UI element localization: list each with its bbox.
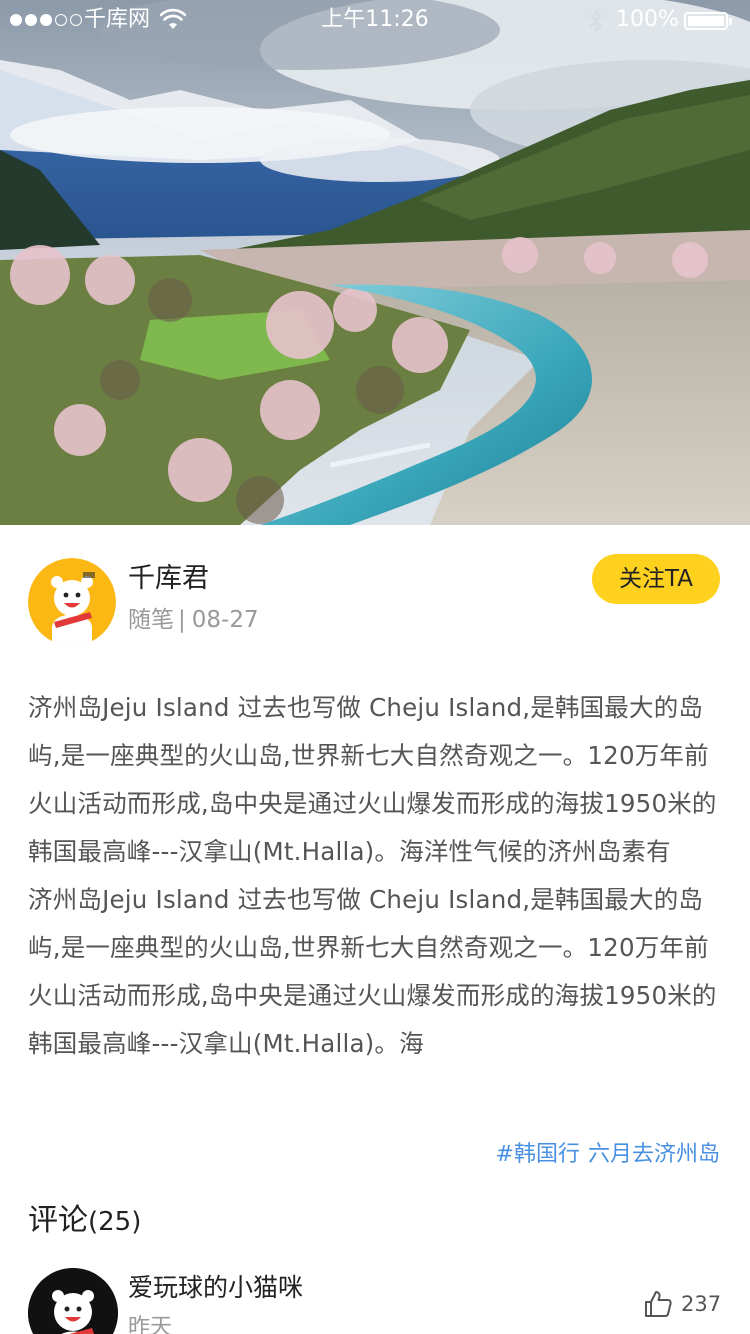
article-paragraph: 济州岛Jeju Island 过去也写做 Cheju Island,是韩国最大的…	[28, 693, 717, 866]
commenter-avatar[interactable]	[28, 1268, 118, 1334]
comments-count: (25)	[88, 1207, 142, 1237]
topic-tags: #韩国行 六月去济州岛	[496, 1137, 720, 1173]
meta-separator: |	[178, 607, 186, 633]
like-button[interactable]: 237	[643, 1286, 721, 1322]
follow-button[interactable]: 关注TA	[592, 554, 720, 604]
article-paragraph: 济州岛Jeju Island 过去也写做 Cheju Island,是韩国最大的…	[28, 885, 717, 1058]
bluetooth-icon	[589, 10, 602, 32]
article-body: 济州岛Jeju Island 过去也写做 Cheju Island,是韩国最大的…	[28, 684, 722, 1116]
hero-photo	[0, 0, 750, 525]
status-bar: 千库网 上午11:26 100%	[0, 0, 750, 40]
commenter-name[interactable]: 爱玩球的小猫咪	[128, 1270, 303, 1306]
battery-percent: 100%	[616, 7, 679, 32]
like-count: 237	[681, 1292, 722, 1316]
author-header: 千库君 随笔 | 08-27 关注TA	[0, 525, 750, 665]
battery-icon	[684, 12, 732, 30]
comments-heading: 评论(25)	[28, 1198, 141, 1245]
wifi-icon	[160, 8, 186, 29]
thumbs-up-icon	[645, 1291, 672, 1317]
status-time: 上午11:26	[321, 7, 429, 32]
post-date: 08-27	[191, 607, 259, 633]
post-category: 随笔	[128, 607, 174, 633]
author-avatar[interactable]	[28, 558, 116, 646]
comments-title: 评论	[28, 1203, 88, 1238]
tag-link[interactable]: #韩国行	[496, 1142, 580, 1167]
comment-time: 昨天	[128, 1315, 173, 1334]
carrier-name: 千库网	[84, 7, 151, 32]
signal-strength-icon	[10, 0, 82, 40]
tag-link[interactable]: 六月去济州岛	[588, 1142, 720, 1167]
comment-item: 爱玩球的小猫咪 昨天 237	[0, 1262, 750, 1334]
author-name[interactable]: 千库君	[128, 561, 209, 597]
post-detail-page: 千库网 上午11:26 100% 千库君 随笔 | 08-27 关注TA 济州岛…	[0, 0, 750, 1334]
post-meta: 随笔 | 08-27	[128, 603, 259, 637]
